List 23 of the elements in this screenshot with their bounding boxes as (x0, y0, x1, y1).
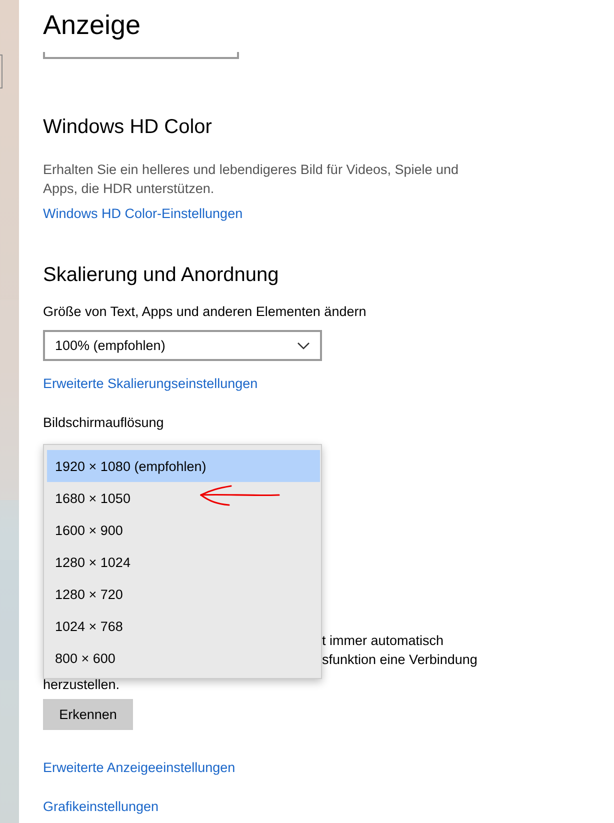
scale-dropdown[interactable]: 100% (empfohlen) (43, 330, 322, 361)
dropdown-option[interactable]: 800 × 600 (47, 642, 320, 674)
chevron-down-icon (297, 342, 310, 350)
field-label: Bildschirmauflösung (43, 414, 165, 432)
detect-button[interactable]: Erkennen (43, 699, 133, 730)
settings-link[interactable]: Grafikeinstellungen (43, 798, 159, 816)
settings-link[interactable]: Erweiterte Skalierungseinstellungen (43, 375, 258, 393)
paragraph-text: t immer automatisch (322, 632, 444, 650)
dropdown-option[interactable]: 1920 × 1080 (empfohlen) (47, 450, 320, 482)
field-label: Größe von Text, Apps und anderen Elementen ändern (43, 303, 368, 321)
section-description: Erhalten Sie ein helleres und lebendigeres Bild für Videos, Spiele und Apps, die HDR unterstützen. (43, 161, 460, 198)
dropdown-option[interactable]: 1024 × 768 (47, 610, 320, 642)
dropdown-option[interactable]: 1280 × 720 (47, 578, 320, 610)
page-title: Anzeige (43, 9, 142, 42)
settings-link[interactable]: Erweiterte Anzeigeeinstellungen (43, 759, 236, 777)
settings-link[interactable]: Windows HD Color-Einstellungen (43, 205, 243, 223)
dropdown-option[interactable]: 1680 × 1050 (47, 482, 320, 514)
section-heading: Skalierung und Anordnung (43, 263, 280, 288)
paragraph-text: herzustellen. (43, 676, 120, 694)
dropdown-option[interactable]: 1600 × 900 (47, 514, 320, 546)
dropdown-option[interactable]: 1280 × 1024 (47, 546, 320, 578)
section-heading: Windows HD Color (43, 115, 213, 140)
paragraph-text: sfunktion eine Verbindung (322, 651, 478, 669)
